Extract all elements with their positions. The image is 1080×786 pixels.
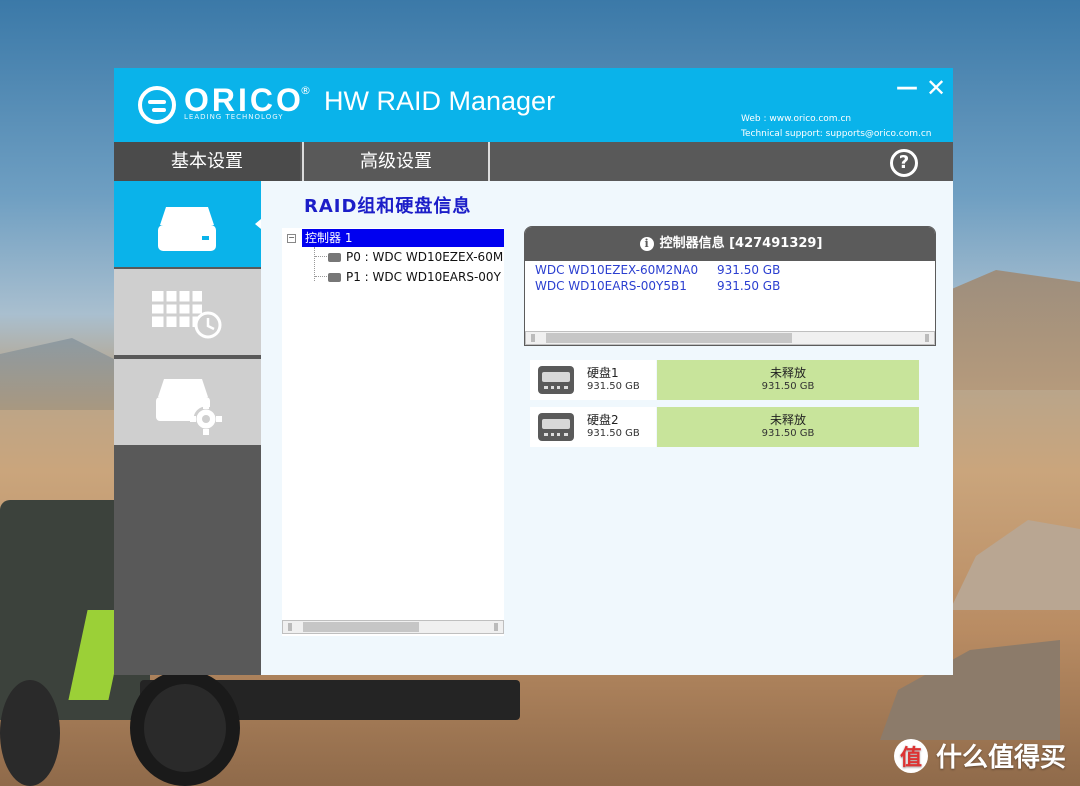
scroll-right-arrow[interactable]	[494, 623, 498, 631]
app-title: HW RAID Manager	[324, 86, 556, 116]
website-text: Web : www.orico.com.cn	[741, 114, 852, 124]
tree-node-disk[interactable]: P0 : WDC WD10EZEX-60M	[328, 248, 504, 266]
disk-name: 硬盘1	[587, 366, 619, 380]
watermark-text: 什么值得买	[935, 743, 1066, 773]
brand-tagline: LEADING TECHNOLOGY	[184, 113, 284, 121]
disk-capacity: 931.50 GB	[587, 381, 640, 392]
tree-node-controller[interactable]: 控制器 1	[302, 229, 504, 247]
close-button[interactable]: ✕	[926, 76, 946, 100]
disk-status: 未释放	[769, 366, 806, 380]
controller-info-title: 控制器信息 [427491329]	[659, 236, 823, 251]
support-email-text: Technical support: supports@orico.com.cn	[741, 129, 932, 139]
drive-settings-icon	[156, 379, 222, 435]
watermark: 值 什么值得买	[893, 737, 1066, 774]
tree-connector	[315, 276, 327, 277]
background-mountain	[0, 338, 120, 410]
disk-size: 931.50 GB	[717, 263, 781, 277]
help-icon[interactable]: ?	[890, 149, 918, 177]
tab-bar: 基本设置 高级设置 ?	[114, 142, 953, 181]
disk-status-cell[interactable]: 未释放 931.50 GB	[657, 407, 919, 447]
scrollbar-thumb[interactable]	[546, 333, 792, 343]
hard-drive-icon	[538, 413, 574, 441]
orico-logo-icon	[138, 86, 176, 124]
registered-mark: ®	[300, 84, 311, 97]
disk-model: WDC WD10EZEX-60M2NA0	[535, 263, 699, 277]
sidebar-item-raid-schedule[interactable]	[114, 269, 261, 355]
tab-basic-settings[interactable]: 基本设置	[114, 142, 300, 181]
scroll-left-arrow[interactable]	[288, 623, 292, 631]
disk-status: 未释放	[769, 413, 806, 427]
watermark-logo-icon: 值	[893, 738, 928, 773]
title-bar[interactable]: ORICO ® LEADING TECHNOLOGY HW RAID Manag…	[114, 68, 953, 142]
tree-node-disk[interactable]: P1 : WDC WD10EARS-00Y	[328, 268, 504, 286]
controller-tree: − 控制器 1 P0 : WDC WD10EZEX-60M P1 : WDC W…	[282, 228, 504, 636]
disk-name: 硬盘2	[587, 413, 619, 427]
sidebar-item-disk-info[interactable]	[114, 181, 261, 267]
contact-info: Web : www.orico.com.cn Technical support…	[741, 112, 941, 142]
disk-card-info: 硬盘2 931.50 GB	[530, 407, 656, 447]
background-rock	[950, 520, 1080, 610]
scrollbar-thumb[interactable]	[303, 622, 419, 632]
disk-status-capacity: 931.50 GB	[761, 381, 815, 392]
tree-horizontal-scrollbar[interactable]	[282, 620, 504, 634]
info-icon: i	[639, 237, 654, 251]
active-pointer	[255, 219, 261, 229]
list-item[interactable]: WDC WD10EZEX-60M2NA0 931.50 GB	[535, 263, 780, 277]
hard-drive-icon	[158, 207, 216, 251]
controller-info-header: i 控制器信息 [427491329]	[525, 227, 935, 261]
minimize-button[interactable]: —	[896, 77, 918, 100]
scroll-right-arrow[interactable]	[925, 334, 929, 342]
sidebar-item-drive-settings[interactable]	[114, 359, 261, 445]
scroll-left-arrow[interactable]	[531, 334, 535, 342]
disk-card[interactable]: 硬盘1 931.50 GB 未释放 931.50 GB	[530, 360, 919, 400]
tree-collapse-toggle[interactable]: −	[287, 234, 296, 243]
list-item[interactable]: WDC WD10EARS-00Y5B1 931.50 GB	[535, 279, 780, 293]
disk-model: WDC WD10EARS-00Y5B1	[535, 279, 687, 293]
tree-node-label: P0 : WDC WD10EZEX-60M	[346, 250, 504, 264]
sidebar	[114, 181, 261, 675]
disk-status-capacity: 931.50 GB	[761, 428, 815, 439]
tab-advanced-settings[interactable]: 高级设置	[302, 142, 490, 181]
disk-card-info: 硬盘1 931.50 GB	[530, 360, 656, 400]
raid-grid-clock-icon	[152, 291, 222, 339]
disk-size: 931.50 GB	[717, 279, 781, 293]
hard-drive-icon	[538, 366, 574, 394]
disk-card[interactable]: 硬盘2 931.50 GB 未释放 931.50 GB	[530, 407, 919, 447]
tree-connector	[315, 256, 327, 257]
tree-node-label: P1 : WDC WD10EARS-00Y	[346, 270, 501, 284]
raid-manager-window: ORICO ® LEADING TECHNOLOGY HW RAID Manag…	[114, 68, 953, 675]
info-horizontal-scrollbar[interactable]	[525, 331, 935, 345]
background-mountain	[940, 270, 1080, 390]
disk-capacity: 931.50 GB	[587, 428, 640, 439]
disk-icon	[328, 273, 341, 282]
page-title: RAID组和硬盘信息	[304, 196, 472, 217]
disk-status-cell[interactable]: 未释放 931.50 GB	[657, 360, 919, 400]
disk-icon	[328, 253, 341, 262]
controller-info-panel: i 控制器信息 [427491329] WDC WD10EZEX-60M2NA0 9…	[524, 226, 936, 346]
